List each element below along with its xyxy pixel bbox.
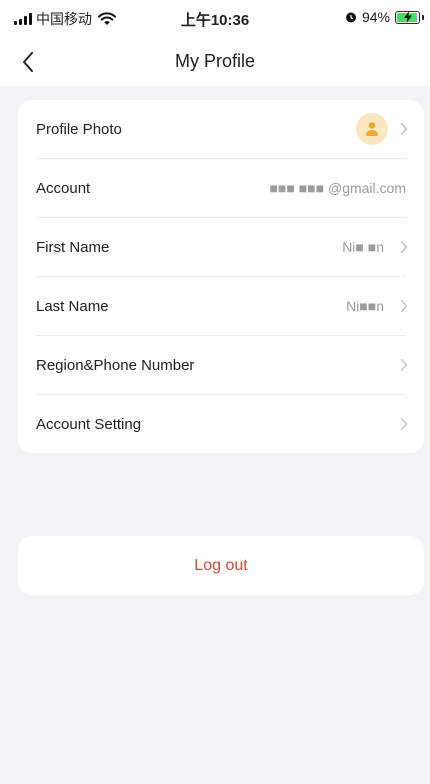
row-label: Account Setting xyxy=(36,415,142,433)
row-region-phone[interactable]: Region&Phone Number xyxy=(18,336,424,394)
page-title: My Profile xyxy=(174,51,255,71)
first-name-value: Ni■ ■n xyxy=(342,239,384,255)
logout-button[interactable]: Log out xyxy=(18,536,424,595)
chevron-right-icon xyxy=(400,240,408,254)
avatar-person-icon xyxy=(366,122,378,136)
nav-bar: My Profile xyxy=(0,40,430,84)
alarm-icon xyxy=(345,12,356,23)
row-account-setting[interactable]: Account Setting xyxy=(18,395,424,453)
row-label: Profile Photo xyxy=(36,120,122,138)
row-label: Last Name xyxy=(36,297,109,315)
battery-percent: 94% xyxy=(361,9,390,25)
row-label: Account xyxy=(36,179,91,197)
status-left: 中国移动 xyxy=(14,9,116,29)
row-account: Account ■■■ ■■■ @gmail.com xyxy=(18,159,424,217)
status-right: 94% xyxy=(345,9,424,25)
last-name-value: Ni■■n xyxy=(346,298,384,314)
top-header: 中国移动 上午10:36 94% My Profile xyxy=(0,0,430,86)
signal-icon xyxy=(14,13,32,25)
logout-label: Log out xyxy=(194,556,248,574)
chevron-right-icon xyxy=(400,358,408,372)
chevron-right-icon xyxy=(400,299,408,313)
row-label: First Name xyxy=(36,238,110,256)
row-label: Region&Phone Number xyxy=(36,356,195,374)
chevron-right-icon xyxy=(400,417,408,431)
account-email-value: ■■■ ■■■ @gmail.com xyxy=(269,180,406,196)
avatar xyxy=(356,113,388,145)
chevron-right-icon xyxy=(400,122,408,136)
row-first-name[interactable]: First Name Ni■ ■n xyxy=(18,218,424,276)
carrier-name: 中国移动 xyxy=(36,11,92,27)
battery-icon xyxy=(395,10,424,24)
row-last-name[interactable]: Last Name Ni■■n xyxy=(18,277,424,335)
row-profile-photo[interactable]: Profile Photo xyxy=(18,100,424,158)
profile-card: Profile Photo Account ■■■ ■■■ @gmail.com… xyxy=(18,100,424,453)
status-bar: 中国移动 上午10:36 94% xyxy=(0,0,430,40)
wifi-icon xyxy=(98,12,116,25)
